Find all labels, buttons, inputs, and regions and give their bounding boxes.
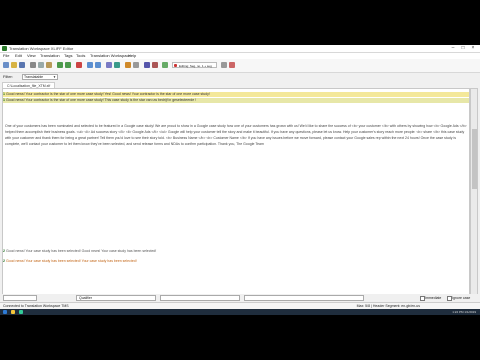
next-segment-icon[interactable] bbox=[95, 62, 101, 68]
app-taskbar-icon[interactable] bbox=[19, 310, 23, 314]
search-scope-field[interactable] bbox=[3, 295, 37, 301]
filter-value: Translatable bbox=[24, 75, 44, 79]
segment-target-text: Good news! Your case study has been sele… bbox=[5, 259, 137, 263]
qualifier-value: Qualifier bbox=[79, 296, 93, 300]
settings-icon[interactable] bbox=[133, 62, 139, 68]
clock-date: 1/1/2019 bbox=[464, 310, 476, 314]
save-icon[interactable] bbox=[19, 62, 25, 68]
editor-pane[interactable]: 1 Good news! Your contractor is the star… bbox=[2, 88, 470, 303]
open-icon[interactable] bbox=[11, 62, 17, 68]
filter-select[interactable]: Translatable ▼ bbox=[22, 74, 58, 80]
replace-text-field[interactable] bbox=[244, 295, 364, 301]
window-title: Translation Workspace XLIFF Editor bbox=[9, 46, 74, 51]
vertical-scrollbar[interactable] bbox=[470, 88, 478, 301]
segment-number: 1 bbox=[3, 92, 5, 96]
segment-number: 2 bbox=[3, 259, 5, 263]
segment-source-text: Good news! Your case study has been sele… bbox=[5, 249, 157, 253]
segment-target-row[interactable]: 2 Good news! Your case study has been se… bbox=[3, 259, 469, 264]
delete-icon[interactable] bbox=[76, 62, 82, 68]
minimize-button[interactable]: – bbox=[448, 45, 458, 52]
copy-icon[interactable] bbox=[38, 62, 44, 68]
lookup-icon[interactable] bbox=[106, 62, 112, 68]
segment-number: 2 bbox=[3, 249, 5, 253]
tag-icon[interactable] bbox=[125, 62, 131, 68]
ignore-case-label: Ignore case bbox=[452, 296, 471, 300]
segment-source-text: Good news! Your contractor is the star o… bbox=[5, 92, 210, 96]
close-button[interactable]: × bbox=[468, 45, 478, 52]
dropdown-icon[interactable] bbox=[221, 62, 227, 68]
chevron-down-icon: ▼ bbox=[53, 75, 56, 79]
title-bar: Translation Workspace XLIFF Editor – □ × bbox=[0, 45, 480, 53]
start-icon[interactable] bbox=[3, 310, 7, 314]
new-icon[interactable] bbox=[3, 62, 9, 68]
scrollbar-thumb[interactable] bbox=[472, 129, 477, 189]
search-icon[interactable] bbox=[144, 62, 150, 68]
clock-time: 1:22 PM bbox=[452, 310, 464, 314]
segment-source-row[interactable]: 1 Good news! Your contractor is the star… bbox=[3, 92, 469, 97]
replace-icon[interactable] bbox=[152, 62, 158, 68]
search-bar: Qualifier Immediate Ignore case bbox=[0, 294, 480, 302]
filter-label: Filter: bbox=[3, 74, 13, 79]
taskbar: 1:22 PM 1/1/2019 bbox=[0, 309, 480, 315]
segment-status-icon bbox=[174, 64, 177, 67]
file-explorer-icon[interactable] bbox=[11, 310, 15, 314]
segment-input-value: Editing: Seg. no. 1 + seg bbox=[179, 64, 212, 68]
segment-target-text: Good news! Your contractor is the star o… bbox=[5, 98, 197, 102]
toolbar: Editing: Seg. no. 1 + seg bbox=[0, 59, 480, 73]
search-qualifier-field[interactable]: Qualifier bbox=[76, 295, 156, 301]
maximize-button[interactable]: □ bbox=[458, 45, 468, 52]
redo-icon[interactable] bbox=[65, 62, 71, 68]
undo-icon[interactable] bbox=[57, 62, 63, 68]
system-clock[interactable]: 1:22 PM 1/1/2019 bbox=[452, 309, 476, 315]
immediate-label: Immediate bbox=[425, 296, 442, 300]
confirm-icon[interactable] bbox=[114, 62, 120, 68]
search-text-field[interactable] bbox=[160, 295, 240, 301]
segment-input[interactable]: Editing: Seg. no. 1 + seg bbox=[172, 62, 217, 68]
segment-paragraph[interactable]: One of your customers has been nominated… bbox=[3, 123, 469, 201]
segment-target-row[interactable]: 1 Good news! Your contractor is the star… bbox=[3, 98, 469, 103]
spellcheck-icon[interactable] bbox=[162, 62, 168, 68]
segment-source-row[interactable]: 2 Good news! Your case study has been se… bbox=[3, 249, 469, 254]
app-window: Translation Workspace XLIFF Editor – □ ×… bbox=[0, 45, 480, 315]
paragraph-text: One of your customers has been nominated… bbox=[5, 124, 467, 146]
previous-segment-icon[interactable] bbox=[87, 62, 93, 68]
segment-number: 1 bbox=[3, 98, 5, 102]
app-logo-icon bbox=[2, 46, 7, 51]
paste-icon[interactable] bbox=[46, 62, 52, 68]
cut-icon[interactable] bbox=[30, 62, 36, 68]
filter-bar: Filter: Translatable ▼ bbox=[0, 73, 480, 81]
stop-icon[interactable] bbox=[229, 62, 235, 68]
